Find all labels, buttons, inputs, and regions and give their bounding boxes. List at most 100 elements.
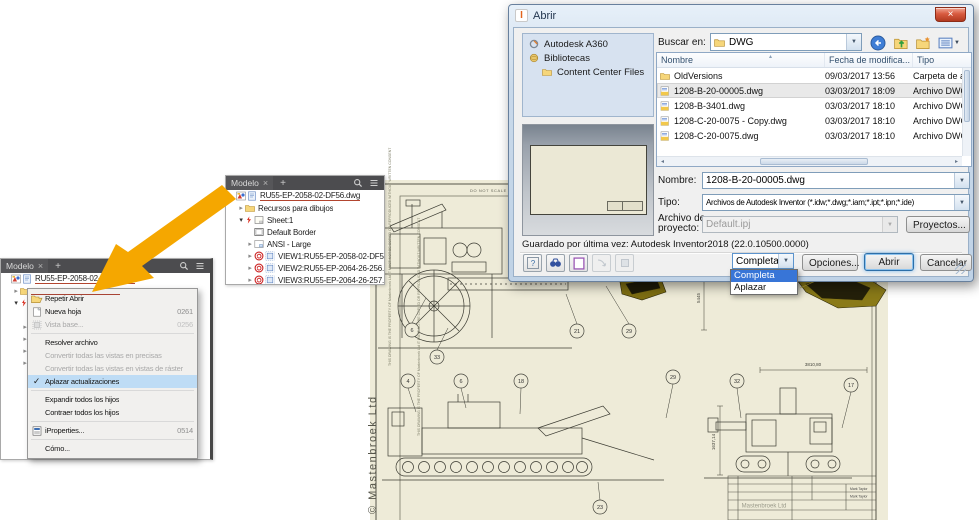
scroll-right-icon[interactable]: ▸	[951, 158, 962, 165]
place-item[interactable]: Bibliotecas	[523, 51, 653, 65]
menu-item[interactable]: Nueva hoja 0261	[28, 305, 197, 318]
back-button[interactable]	[868, 33, 888, 53]
close-button[interactable]: ×	[935, 7, 966, 22]
hamburger-icon[interactable]	[367, 177, 380, 189]
place-item[interactable]: Autodesk A360	[523, 37, 653, 51]
hamburger-icon[interactable]	[193, 260, 206, 272]
tree-item[interactable]: ▸ VIEW2:RU55-EP-2064-26-256.iam	[226, 262, 384, 274]
column-header-fecha[interactable]: Fecha de modifica...	[825, 53, 913, 67]
file-row[interactable]: 1208-B-3401.dwg 03/03/2017 18:10 Archivo D…	[657, 98, 962, 113]
resize-grip[interactable]	[955, 263, 966, 274]
file-type-combo[interactable]: Archivos de Autodesk Inventor (*.idw;*.d…	[702, 194, 970, 211]
expander-icon[interactable]: ▸	[246, 240, 254, 248]
project-file-label: Archivo de proyecto:	[658, 213, 706, 234]
expander-icon[interactable]: ▸	[237, 204, 245, 212]
tab-modelo[interactable]: Modelo ×	[226, 176, 274, 190]
dwg-file-icon	[660, 131, 670, 141]
dialog-title: Abrir	[533, 9, 557, 22]
tab-modelo[interactable]: Modelo ×	[1, 259, 49, 273]
projects-button[interactable]: Proyectos...	[906, 216, 970, 233]
place-label: Content Center Files	[557, 66, 645, 78]
tree-item[interactable]: Default Border	[226, 226, 384, 238]
tree-item[interactable]: ▸ VIEW1:RU55-EP-2058-02-DF56.iam	[226, 250, 384, 262]
chevron-down-icon[interactable]: ▼	[846, 34, 861, 50]
tree-item[interactable]: ▸ VIEW3:RU55-EP-2064-26-257.iam	[226, 274, 384, 284]
tree-item[interactable]: RU55-EP-2058-02-DF56.dwg	[226, 190, 384, 202]
menu-item[interactable]: Expandir todos los hijos	[28, 393, 197, 406]
scrollbar-thumb[interactable]	[760, 158, 868, 165]
new-folder-button[interactable]	[913, 33, 933, 53]
file-type: Archivo DWG	[913, 115, 962, 126]
dwg-file-icon	[660, 86, 670, 96]
tree-item[interactable]: ▸ Recursos para dibujos	[226, 202, 384, 214]
menu-item[interactable]: ✓ Aplazar actualizaciones	[28, 375, 197, 388]
expander-icon[interactable]: ▸	[12, 287, 20, 295]
file-name-combo[interactable]: 1208-B-20-00005.dwg ▼	[702, 172, 970, 189]
up-folder-button[interactable]	[891, 33, 911, 53]
search-icon[interactable]	[177, 260, 190, 272]
look-in-combo[interactable]: DWG ▼	[710, 33, 862, 51]
tree-item[interactable]: ▾ Sheet:1	[226, 214, 384, 226]
menu-item-shortcut: 0256	[177, 320, 193, 329]
file-row[interactable]: 1208-C-20-0075 - Copy.dwg 03/03/2017 18:1…	[657, 113, 962, 128]
tree-item[interactable]: ▸ ANSI - Large	[226, 238, 384, 250]
project-file-combo: Default.ipj ▼	[702, 216, 898, 233]
file-type: Archivo DWG	[913, 100, 962, 111]
dropdown-option-completa[interactable]: Completa	[731, 270, 797, 282]
menu-separator	[31, 421, 194, 422]
tab-close-icon[interactable]: ×	[263, 179, 268, 188]
balloon-number: 17	[848, 383, 854, 389]
file-row[interactable]: 1208-B-20-00005.dwg 03/03/2017 18:09 Archi…	[657, 83, 962, 98]
menu-item-shortcut: 0514	[177, 426, 193, 435]
file-row[interactable]: OldVersions 09/03/2017 13:56 Carpeta de ar…	[657, 68, 962, 83]
views-button[interactable]: ▼	[935, 33, 963, 53]
dialog-titlebar[interactable]: I Abrir ×	[509, 5, 973, 26]
file-list-vscrollbar[interactable]	[962, 68, 971, 156]
expander-icon[interactable]: ▾	[12, 299, 20, 307]
balloon-number: 4	[406, 379, 409, 385]
column-header-nombre[interactable]: Nombre	[657, 53, 825, 67]
file-date: 03/03/2017 18:10	[825, 100, 896, 111]
expander-icon[interactable]: ▸	[246, 276, 254, 284]
expander-icon[interactable]: ▸	[246, 252, 254, 260]
dropdown-option-aplazar[interactable]: Aplazar	[731, 282, 797, 294]
balloon-number: 21	[574, 329, 580, 335]
column-header-tipo[interactable]: Tipo	[913, 53, 971, 67]
file-row[interactable]: 1208-C-20-0075.dwg 03/03/2017 18:10 Archiv…	[657, 128, 962, 143]
tree-item[interactable]: RU55-EP-2058-02-DF56.dwg	[1, 273, 210, 285]
file-date: 03/03/2017 18:10	[825, 130, 896, 141]
file-list-body: OldVersions 09/03/2017 13:56 Carpeta de ar…	[657, 68, 962, 156]
new-tab-button[interactable]: +	[273, 178, 293, 189]
chevron-down-icon[interactable]: ▼	[778, 254, 793, 268]
open-mode-combo[interactable]: Completa ▼	[732, 253, 794, 269]
screen: Mastenbroek Ltd Mark Taylor Mark Taylor …	[0, 0, 979, 520]
place-item[interactable]: Content Center Files	[523, 65, 653, 79]
library-icon	[529, 53, 539, 63]
expander-icon[interactable]: ▸	[246, 264, 254, 272]
new-tab-button[interactable]: +	[48, 261, 68, 272]
tab-close-icon[interactable]: ×	[38, 262, 43, 271]
chevron-down-icon[interactable]: ▼	[954, 173, 969, 188]
new-document-button[interactable]	[569, 254, 588, 272]
file-name: OldVersions	[674, 70, 723, 81]
menu-item[interactable]: Contraer todos los hijos	[28, 406, 197, 419]
tree-item-label: VIEW1:RU55-EP-2058-02-DF56.iam	[278, 251, 384, 261]
scroll-left-icon[interactable]: ◂	[657, 158, 668, 165]
search-icon[interactable]	[351, 177, 364, 189]
dwg-doc-icon	[236, 191, 246, 201]
arrow-tool-button	[592, 254, 611, 272]
file-type: Archivo DWG	[913, 130, 962, 141]
find-button[interactable]	[546, 254, 565, 272]
help-button[interactable]: ?	[523, 254, 542, 272]
menu-item[interactable]: Cómo...	[28, 442, 197, 455]
file-type: Carpeta de archiv...	[913, 70, 962, 81]
menu-item[interactable]: iProperties... 0514	[28, 424, 197, 437]
expander-icon[interactable]: ▾	[237, 216, 245, 224]
last-saved-status: Guardado por última vez: Autodesk Invent…	[522, 239, 809, 250]
options-button[interactable]: Opciones...	[802, 254, 860, 271]
file-list-hscrollbar[interactable]: ◂ ▸	[657, 156, 962, 166]
open-button[interactable]: Abrir	[864, 253, 914, 271]
chevron-down-icon[interactable]: ▼	[954, 195, 969, 210]
view-icon	[265, 251, 275, 261]
menu-item[interactable]: Resolver archivo	[28, 336, 197, 349]
